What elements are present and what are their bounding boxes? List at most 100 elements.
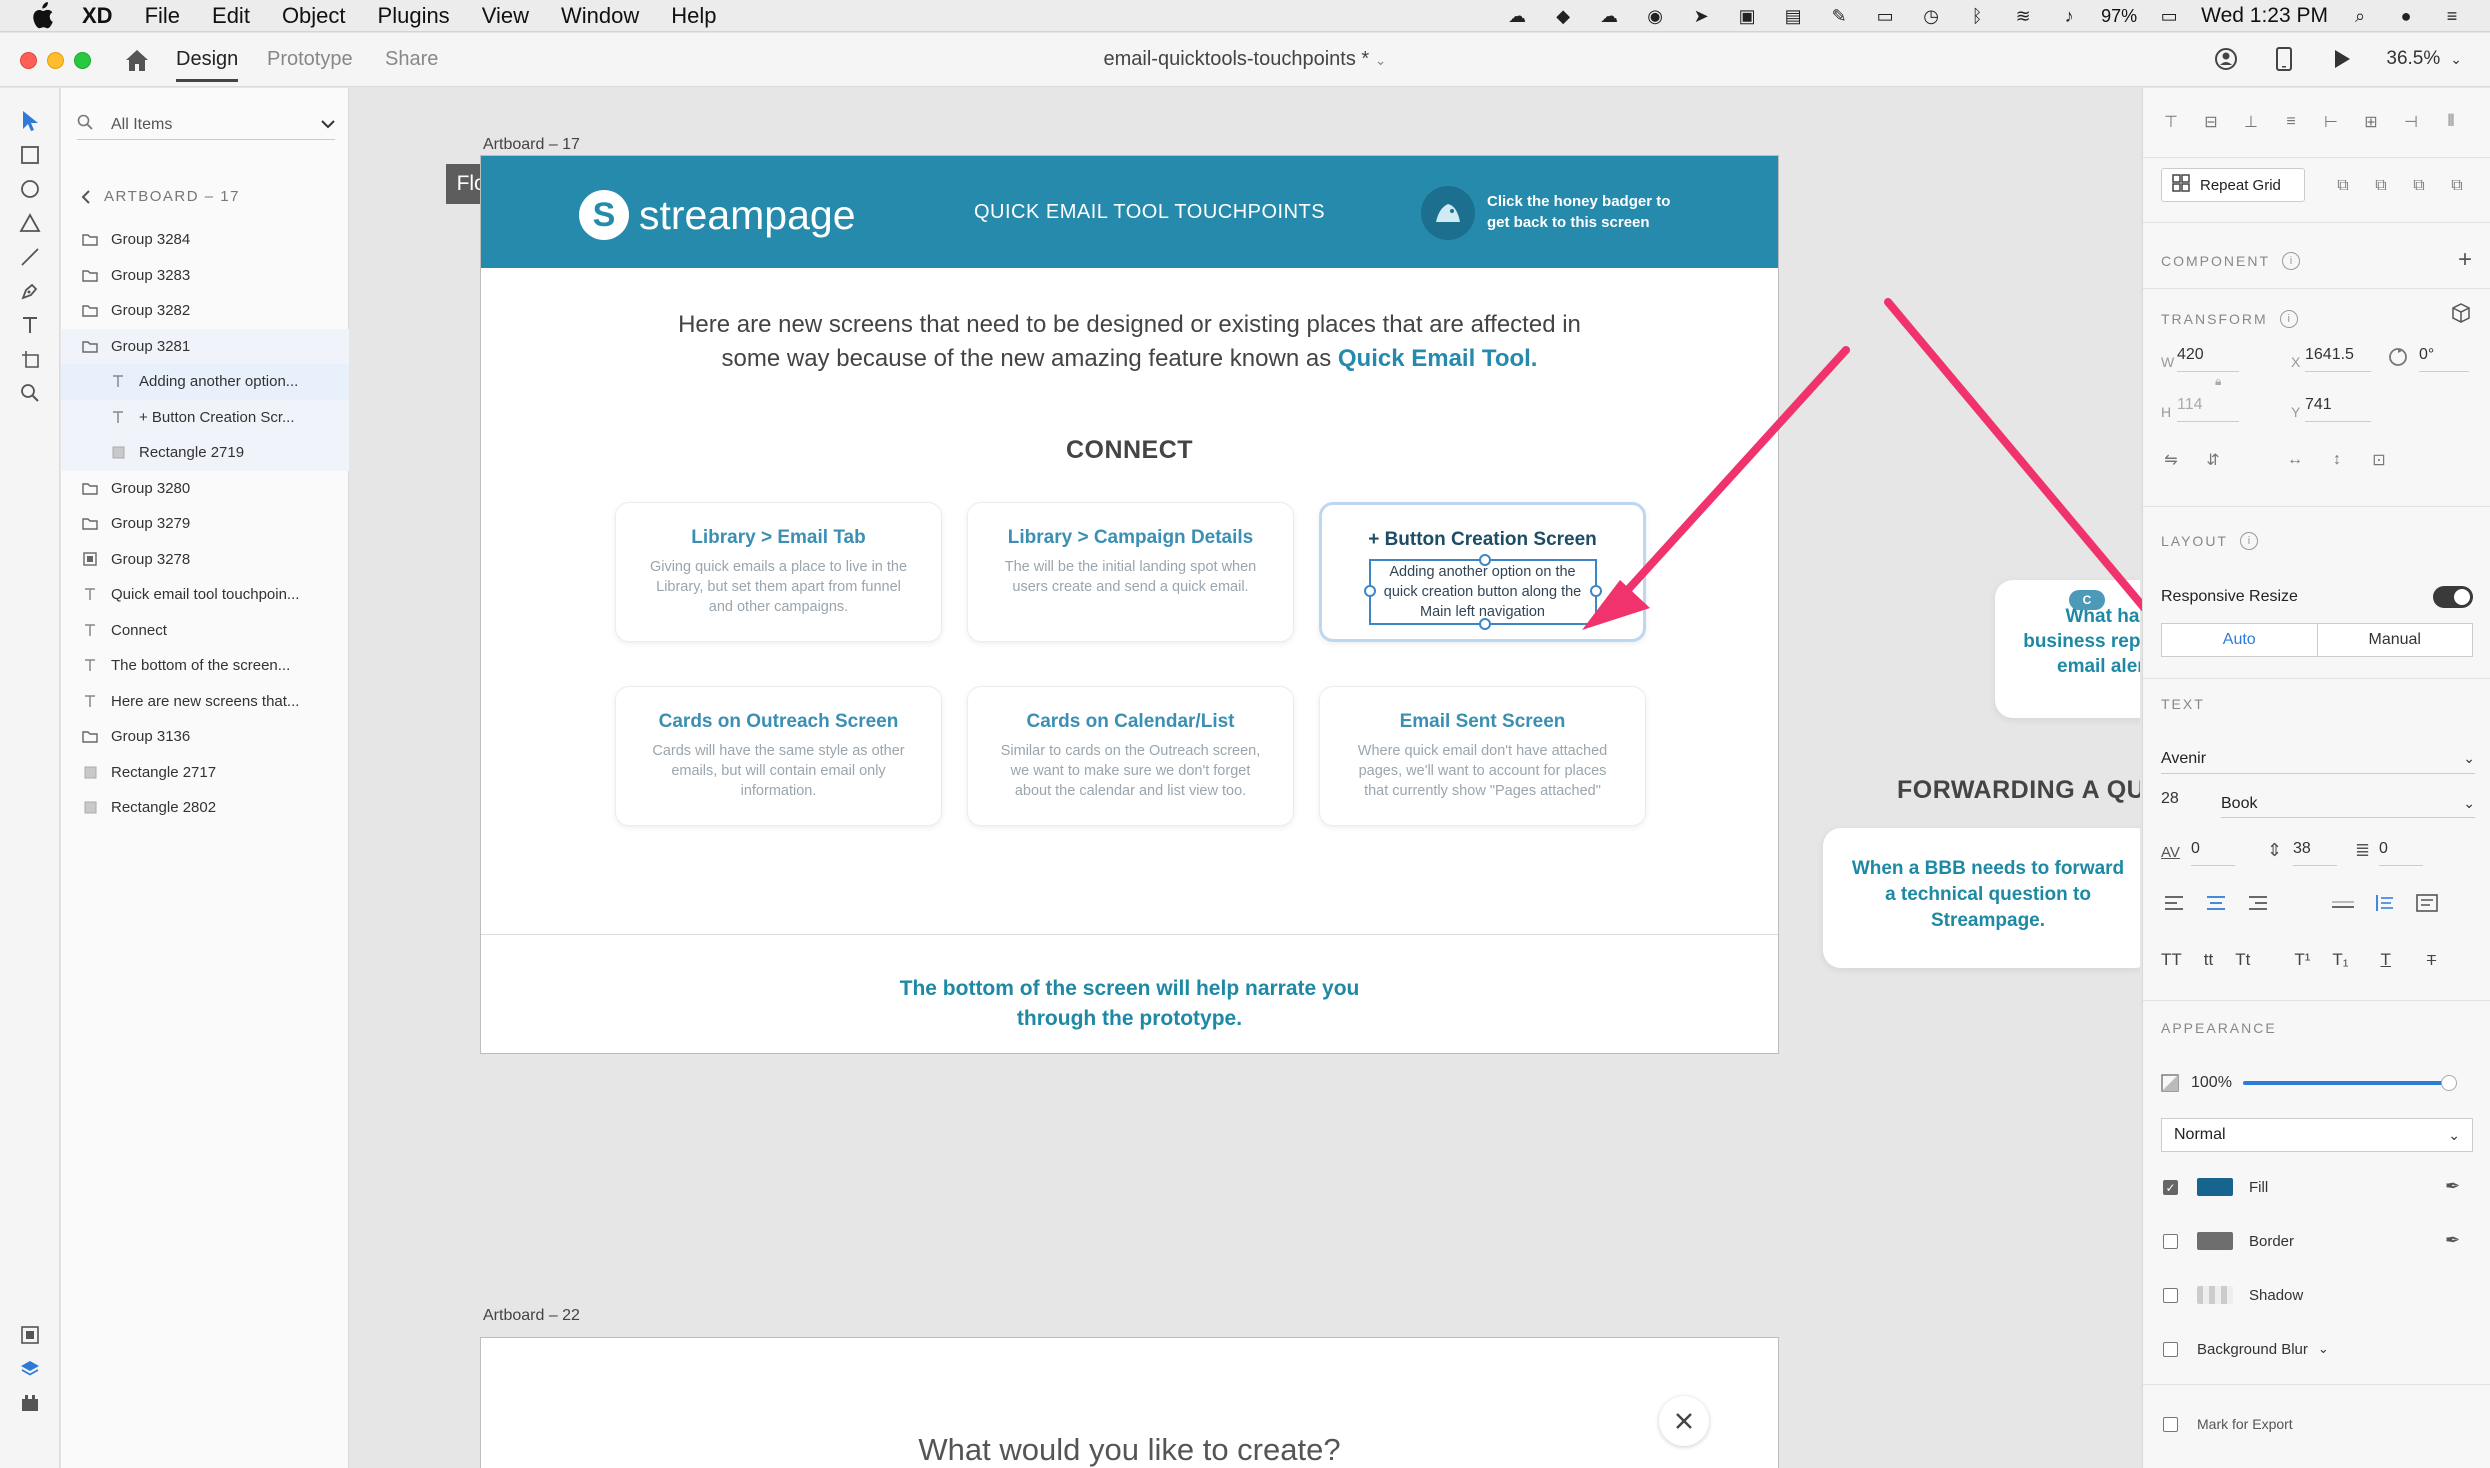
artboard-label[interactable]: Artboard – 17 (483, 136, 580, 154)
superscript-icon[interactable]: T¹ (2294, 950, 2310, 970)
layer-row[interactable]: Group 3284 (61, 222, 349, 258)
fixed-height-icon[interactable]: ↕ (2327, 450, 2347, 470)
resize-handle[interactable] (1478, 618, 1491, 630)
resize-handle[interactable] (1363, 585, 1376, 597)
backup-icon[interactable]: ◉ (1641, 6, 1669, 26)
menu-help[interactable]: Help (671, 3, 716, 29)
menu-app-name[interactable]: XD (82, 3, 113, 29)
pen-tool-icon[interactable] (15, 276, 45, 306)
auto-size-icon[interactable]: ⊡ (2369, 450, 2389, 470)
auto-option[interactable]: Auto (2162, 624, 2318, 656)
layer-row[interactable]: Adding another option... (61, 364, 349, 400)
line-spacing-field[interactable]: 38 (2293, 840, 2337, 866)
artboard-tool-icon[interactable] (15, 344, 45, 374)
close-window-button[interactable] (20, 52, 37, 69)
volume-icon[interactable]: ♪ (2055, 6, 2083, 26)
flip-vertical-icon[interactable]: ⇵ (2203, 450, 2223, 470)
tab-prototype[interactable]: Prototype (267, 48, 353, 79)
breadcrumb[interactable]: ARTBOARD – 17 (81, 188, 240, 205)
layer-row[interactable]: Group 3136 (61, 719, 349, 755)
rectangle-tool-icon[interactable] (15, 140, 45, 170)
height-field[interactable]: 114 (2177, 396, 2239, 422)
clock[interactable]: Wed 1:23 PM (2201, 4, 2328, 28)
distribute-vertical-icon[interactable]: ≡ (2281, 112, 2301, 132)
layers-icon[interactable] (15, 1354, 45, 1384)
touchpoint-card[interactable]: Cards on Outreach Screen Cards will have… (615, 686, 942, 826)
battery-icon[interactable]: ▭ (2155, 6, 2183, 26)
character-spacing-field[interactable]: 0 (2191, 840, 2235, 866)
text-tool-icon[interactable] (15, 310, 45, 340)
paragraph-spacing-field[interactable]: 0 (2379, 840, 2423, 866)
document-title[interactable]: email-quicktools-touchpoints * (1104, 48, 1370, 70)
canvas[interactable]: Flow 2 Artboard – 17 S streampage QUICK … (350, 88, 2140, 1468)
x-field[interactable]: 1641.5 (2305, 346, 2371, 372)
menu-edit[interactable]: Edit (212, 3, 250, 29)
font-size-field[interactable]: 28 (2161, 790, 2205, 818)
opacity-slider-knob[interactable] (2441, 1075, 2457, 1091)
repeat-grid-button[interactable]: Repeat Grid (2161, 168, 2305, 202)
home-icon[interactable] (122, 45, 152, 75)
layer-row[interactable]: Rectangle 2717 (61, 755, 349, 791)
dropbox-icon[interactable]: ◆ (1549, 6, 1577, 26)
area-text-icon[interactable] (2370, 888, 2400, 918)
shadow-checkbox[interactable] (2163, 1288, 2178, 1303)
cloud-sync-icon[interactable]: ☁ (1595, 6, 1623, 26)
layer-row[interactable]: Rectangle 2719 (61, 435, 349, 471)
boolean-add-icon[interactable]: ⧉ (2333, 176, 2353, 196)
resize-handle[interactable] (1589, 585, 1602, 597)
mark-for-export-checkbox[interactable] (2163, 1417, 2178, 1432)
y-field[interactable]: 741 (2305, 396, 2371, 422)
layer-row[interactable]: Connect (61, 613, 349, 649)
shadow-swatch[interactable] (2197, 1286, 2233, 1304)
layer-row[interactable]: Group 3282 (61, 293, 349, 329)
uppercase-button[interactable]: TT (2161, 950, 2182, 970)
creative-cloud-icon[interactable]: ☁ (1503, 6, 1531, 26)
menu-file[interactable]: File (145, 3, 180, 29)
tab-share[interactable]: Share (385, 48, 438, 79)
selected-text-layer[interactable]: Adding another option on the quick creat… (1363, 554, 1602, 630)
layer-row[interactable]: The bottom of the screen... (61, 648, 349, 684)
artboard-17[interactable]: S streampage QUICK EMAIL TOOL TOUCHPOINT… (480, 155, 1779, 1054)
airplay-icon[interactable]: ▭ (1871, 6, 1899, 26)
subscript-icon[interactable]: T₁ (2332, 950, 2348, 970)
siri-icon[interactable]: ● (2392, 6, 2420, 26)
spotlight-search-icon[interactable]: ⌕ (2346, 6, 2374, 26)
layer-row[interactable]: Here are new screens that... (61, 684, 349, 720)
info-icon[interactable]: i (2282, 252, 2300, 270)
zoom-level[interactable]: 36.5% ⌄ (2386, 48, 2462, 70)
width-field[interactable]: 420 (2177, 346, 2239, 372)
tab-design[interactable]: Design (176, 48, 239, 82)
layer-row[interactable]: Quick email tool touchpoin... (61, 577, 349, 613)
touchpoint-card[interactable]: Library > Email Tab Giving quick emails … (615, 502, 942, 642)
minimize-window-button[interactable] (47, 52, 64, 69)
font-family-select[interactable]: Avenir ⌄ (2161, 744, 2475, 774)
text-align-center-icon[interactable] (2201, 888, 2231, 918)
wifi-icon[interactable]: ≋ (2009, 6, 2037, 26)
strikethrough-icon[interactable]: T (2427, 952, 2436, 969)
resize-handle[interactable] (1478, 554, 1491, 566)
align-center-icon[interactable]: ⊞ (2361, 112, 2381, 132)
layer-row[interactable]: Group 3278 (61, 542, 349, 578)
lock-aspect-icon[interactable]: 🔒︎ (2215, 374, 2221, 389)
bluetooth-icon[interactable]: ᛒ (1963, 6, 1991, 26)
select-tool-icon[interactable] (15, 106, 45, 136)
boolean-exclude-icon[interactable]: ⧉ (2447, 176, 2467, 196)
touchpoint-card[interactable]: Email Sent Screen Where quick email don'… (1319, 686, 1646, 826)
underline-icon[interactable]: T (2381, 950, 2391, 970)
apple-menu-icon[interactable] (28, 1, 56, 30)
border-checkbox[interactable] (2163, 1234, 2178, 1249)
device-preview-icon[interactable] (2270, 45, 2298, 73)
boolean-intersect-icon[interactable]: ⧉ (2409, 176, 2429, 196)
time-machine-icon[interactable]: ◷ (1917, 6, 1945, 26)
pen-icon[interactable]: ✎ (1825, 6, 1853, 26)
touchpoint-card-selected[interactable]: + Button Creation Screen Adding another … (1319, 502, 1646, 642)
fill-checkbox[interactable]: ✓ (2163, 1180, 2178, 1195)
artboard-label[interactable]: Artboard – 22 (483, 1307, 580, 1325)
polygon-tool-icon[interactable] (15, 208, 45, 238)
layer-row[interactable]: Rectangle 2802 (61, 790, 349, 826)
fill-swatch[interactable] (2197, 1178, 2233, 1196)
align-bottom-icon[interactable]: ⊥ (2241, 112, 2261, 132)
info-icon[interactable]: i (2239, 532, 2258, 550)
chevron-down-icon[interactable]: ⌄ (1375, 52, 1387, 68)
menu-window[interactable]: Window (561, 3, 639, 29)
